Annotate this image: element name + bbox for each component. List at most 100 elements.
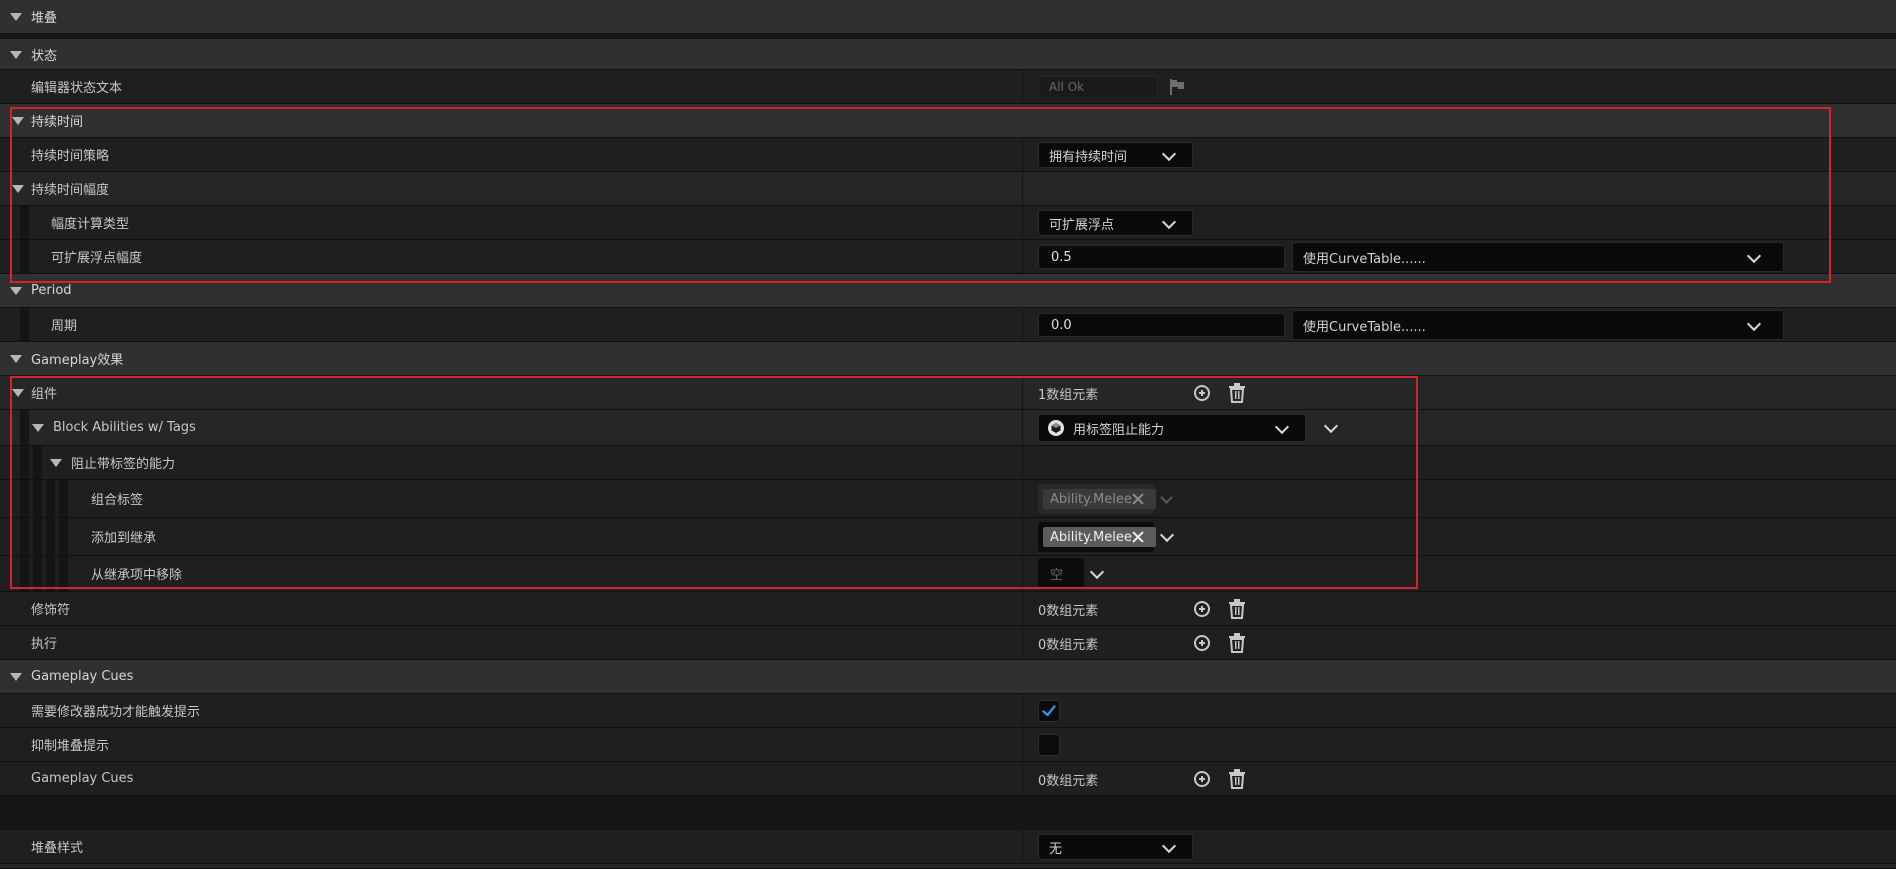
row-period: 周期 0.0 使用CurveTable...... <box>0 308 1896 342</box>
row-add-to-inherited: 添加到继承 Ability.Melee <box>0 518 1896 556</box>
stacking-type-dropdown[interactable]: 无 <box>1038 834 1193 860</box>
chevron-down-icon <box>1746 248 1762 264</box>
category-gameplay-cues[interactable]: Gameplay Cues <box>0 660 1896 694</box>
dropdown-value: 拥有持续时间 <box>1049 149 1128 165</box>
expand-arrow-icon[interactable] <box>12 185 24 193</box>
category-period[interactable]: Period <box>0 274 1896 308</box>
dropdown-value: 用标签阻止能力 <box>1073 422 1165 438</box>
add-element-icon[interactable] <box>1194 771 1210 787</box>
column-splitter[interactable] <box>1022 518 1023 555</box>
row-duration-magnitude[interactable]: 持续时间幅度 <box>0 172 1896 206</box>
expand-arrow-icon[interactable] <box>12 389 24 397</box>
component-class-dropdown[interactable]: 用标签阻止能力 <box>1038 414 1306 442</box>
tag-chip[interactable]: Ability.Melee <box>1043 527 1156 547</box>
edit-tags-chevron-icon[interactable] <box>1089 564 1105 580</box>
row-scalable-magnitude: 可扩展浮点幅度 0.5 使用CurveTable...... <box>0 240 1896 274</box>
expand-arrow-icon[interactable] <box>10 287 22 295</box>
curve-table-dropdown[interactable]: 使用CurveTable...... <box>1292 310 1784 340</box>
column-splitter[interactable] <box>1022 206 1023 239</box>
expand-arrow-icon[interactable] <box>10 673 22 681</box>
array-count: 0数组元素 <box>1038 604 1099 619</box>
column-splitter[interactable] <box>1022 480 1023 517</box>
property-label: 从继承项中移除 <box>91 568 183 583</box>
checkmark-icon <box>1042 705 1056 717</box>
column-splitter[interactable] <box>1022 172 1023 205</box>
row-calc-type: 幅度计算类型 可扩展浮点 <box>0 206 1896 240</box>
row-stacking-type: 堆叠样式 无 <box>0 830 1896 864</box>
add-element-icon[interactable] <box>1194 635 1210 651</box>
trash-icon[interactable] <box>1228 383 1246 403</box>
property-label: 需要修改器成功才能触发提示 <box>31 705 201 720</box>
expand-arrow-icon[interactable] <box>12 117 24 125</box>
property-label: 组合标签 <box>91 493 144 508</box>
tag-container[interactable]: Ability.Melee <box>1038 522 1156 552</box>
tag-container: Ability.Melee <box>1038 484 1156 514</box>
array-count: 1数组元素 <box>1038 388 1099 403</box>
category-gameplay-effect[interactable]: Gameplay效果 <box>0 342 1896 376</box>
add-element-icon[interactable] <box>1194 601 1210 617</box>
column-splitter[interactable] <box>1022 410 1023 445</box>
row-block-abilities[interactable]: Block Abilities w/ Tags 用标签阻止能力 <box>0 410 1896 446</box>
expand-arrow-icon[interactable] <box>10 51 22 59</box>
indent-guide <box>59 556 68 591</box>
column-splitter[interactable] <box>1022 762 1023 795</box>
indent-guide <box>20 240 29 273</box>
empty-tag-container[interactable]: 空 <box>1038 558 1084 588</box>
curve-table-dropdown[interactable]: 使用CurveTable...... <box>1292 242 1784 272</box>
trash-icon[interactable] <box>1228 633 1246 653</box>
column-splitter[interactable] <box>1022 308 1023 341</box>
expand-arrow-icon[interactable] <box>32 424 44 432</box>
indent-guide <box>46 518 55 555</box>
row-gameplay-cues: Gameplay Cues 0数组元素 <box>0 762 1896 796</box>
duration-policy-dropdown[interactable]: 拥有持续时间 <box>1038 142 1193 168</box>
column-splitter[interactable] <box>1022 592 1023 625</box>
column-splitter[interactable] <box>1022 728 1023 761</box>
suppress-stacking-checkbox[interactable] <box>1038 734 1060 756</box>
column-splitter[interactable] <box>1022 376 1023 409</box>
expand-arrow-icon[interactable] <box>10 355 22 363</box>
category-label: Gameplay Cues <box>31 669 134 684</box>
property-label: 修饰符 <box>31 603 71 618</box>
remove-tag-icon <box>1131 492 1145 506</box>
expand-arrow-icon[interactable] <box>10 13 22 21</box>
expand-arrow-icon[interactable] <box>50 459 62 467</box>
column-splitter[interactable] <box>1022 70 1023 103</box>
column-splitter[interactable] <box>1022 830 1023 863</box>
trash-icon[interactable] <box>1228 599 1246 619</box>
property-label: 持续时间幅度 <box>31 183 110 198</box>
row-block-tags[interactable]: 阻止带标签的能力 <box>0 446 1896 480</box>
edit-tags-chevron-icon[interactable] <box>1159 527 1175 543</box>
scalable-magnitude-input[interactable]: 0.5 <box>1038 245 1285 269</box>
property-label: 执行 <box>31 637 58 652</box>
tag-label: Ability.Melee <box>1050 491 1132 507</box>
property-label: 幅度计算类型 <box>51 217 130 232</box>
row-suppress-stacking-cues: 抑制堆叠提示 <box>0 728 1896 762</box>
add-element-icon[interactable] <box>1194 385 1210 401</box>
require-success-checkbox[interactable] <box>1038 700 1060 722</box>
category-duration[interactable]: 持续时间 <box>0 104 1896 138</box>
row-options-chevron-icon[interactable] <box>1323 418 1339 434</box>
trash-icon[interactable] <box>1228 769 1246 789</box>
column-splitter[interactable] <box>1022 240 1023 273</box>
chevron-down-icon <box>1161 838 1177 854</box>
remove-tag-icon[interactable] <box>1131 530 1145 544</box>
row-executions: 执行 0数组元素 <box>0 626 1896 660</box>
chevron-down-icon <box>1274 419 1290 435</box>
column-splitter[interactable] <box>1022 556 1023 591</box>
category-stacking[interactable]: 堆叠 <box>0 0 1896 34</box>
dropdown-value: 使用CurveTable...... <box>1303 319 1426 335</box>
flag-icon[interactable] <box>1168 78 1186 96</box>
column-splitter[interactable] <box>1022 446 1023 479</box>
column-splitter[interactable] <box>1022 694 1023 727</box>
indent-guide <box>59 480 68 517</box>
column-splitter[interactable] <box>1022 138 1023 171</box>
indent-guide <box>33 518 42 555</box>
category-status[interactable]: 状态 <box>0 39 1896 70</box>
column-splitter[interactable] <box>1022 626 1023 659</box>
row-components[interactable]: 组件 1数组元素 <box>0 376 1896 410</box>
calc-type-dropdown[interactable]: 可扩展浮点 <box>1038 210 1193 236</box>
property-label: 编辑器状态文本 <box>31 81 123 96</box>
period-input[interactable]: 0.0 <box>1038 313 1285 337</box>
chevron-down-icon <box>1160 491 1173 504</box>
indent-guide <box>20 556 29 591</box>
